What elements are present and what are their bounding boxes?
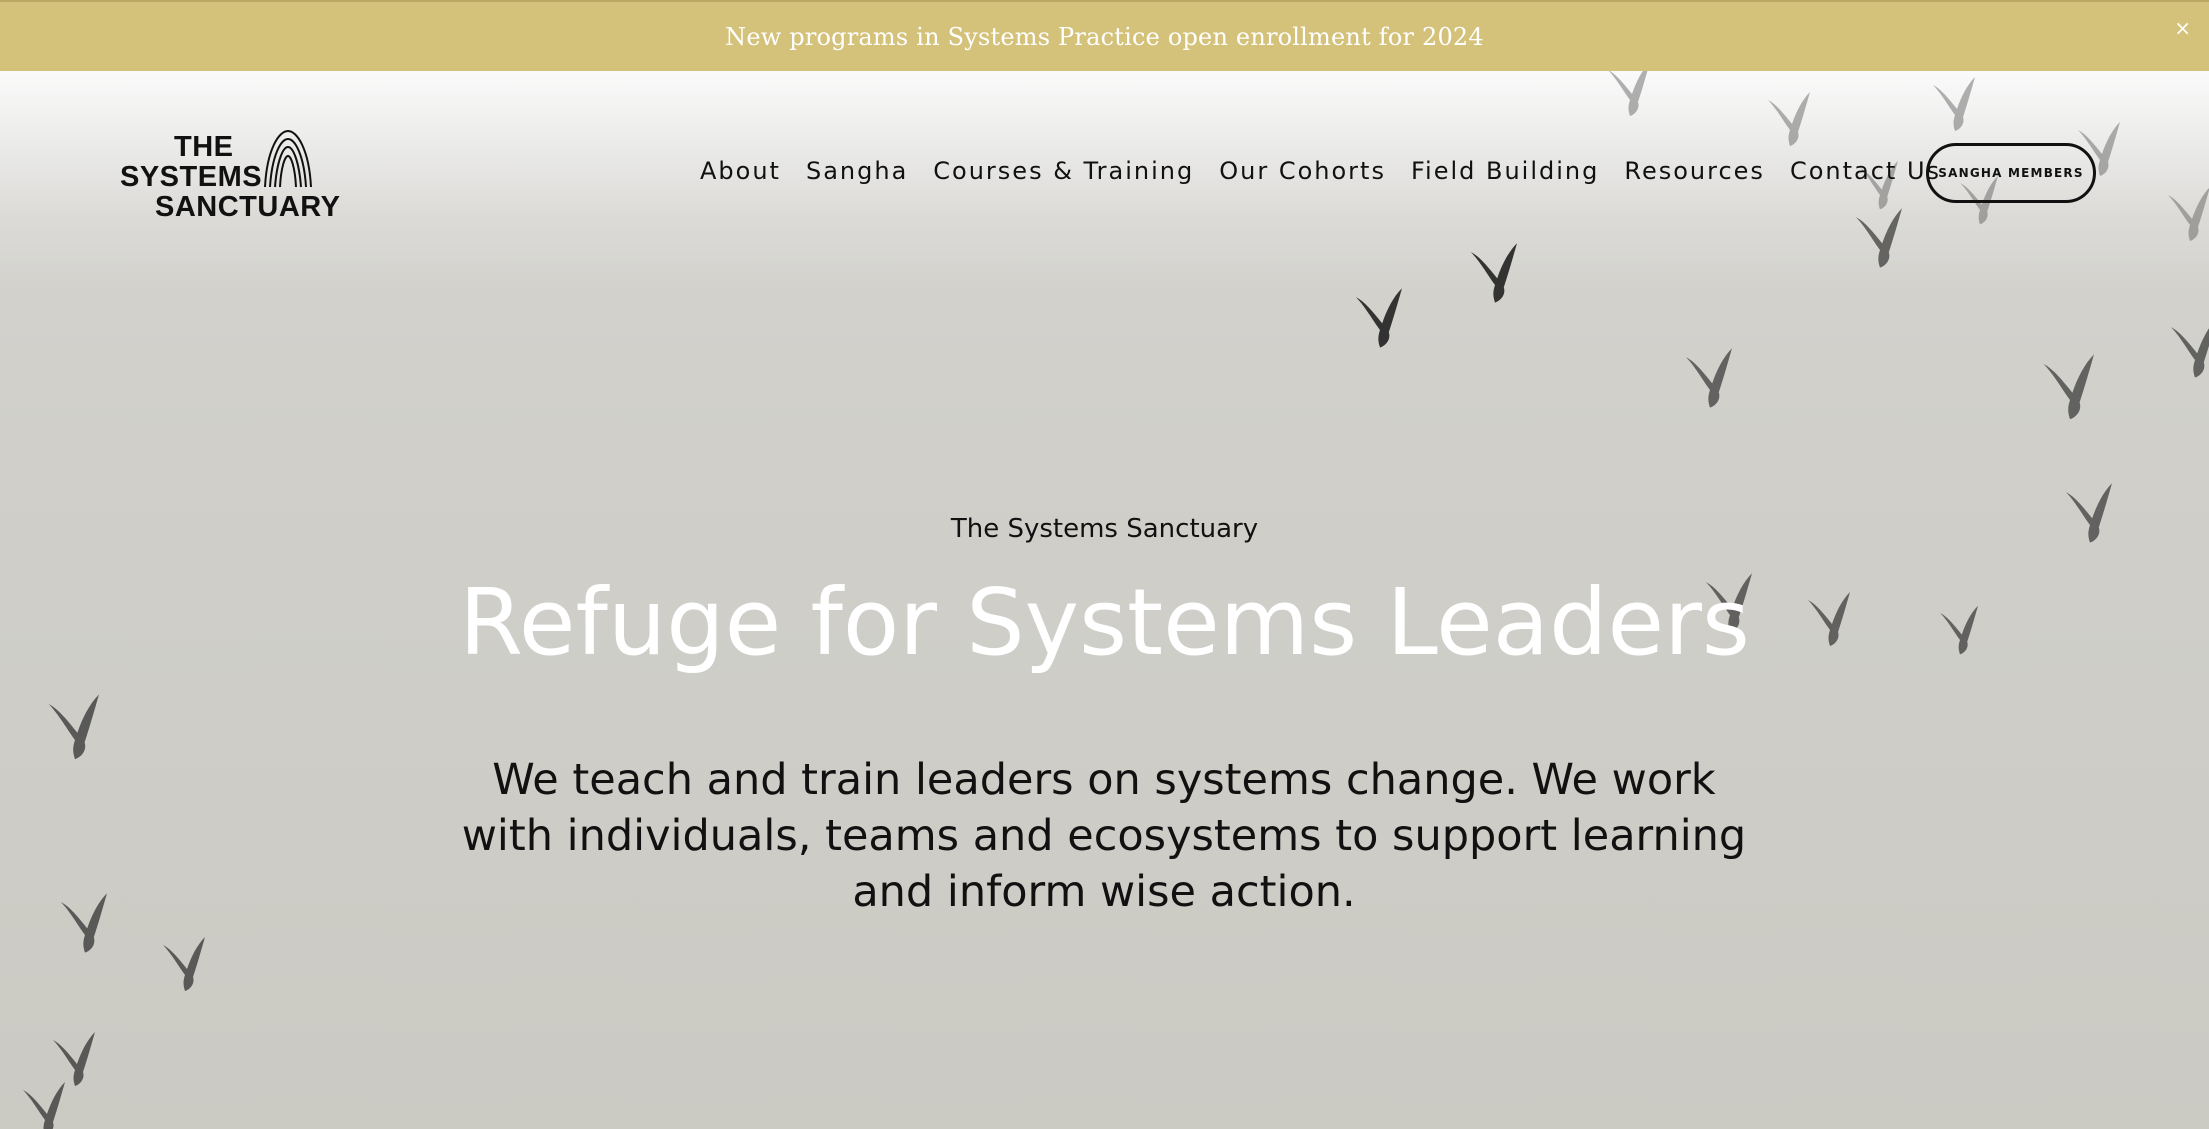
announcement-bar[interactable]: New programs in Systems Practice open en… [0,0,2209,71]
arch-icon [264,129,312,188]
logo-line-systems: SYSTEMS [120,161,263,193]
sangha-members-label: SANGHA MEMBERS [1938,166,2084,180]
site-header: THE SYSTEMS SANCTUARY About Sangha Cours… [0,71,2209,279]
nav-field-building[interactable]: Field Building [1411,157,1599,185]
hero-eyebrow: The Systems Sanctuary [950,514,1259,544]
nav-resources[interactable]: Resources [1624,157,1765,185]
nav-courses-training[interactable]: Courses & Training [933,157,1194,185]
announcement-text[interactable]: New programs in Systems Practice open en… [725,23,1484,51]
nav-contact-us[interactable]: Contact Us [1790,157,1941,185]
main-nav: About Sangha Courses & Training Our Coho… [700,157,1966,185]
hero-intro: We teach and train leaders on systems ch… [461,755,1747,917]
page: New programs in Systems Practice open en… [0,0,2209,1129]
logo[interactable]: THE SYSTEMS SANCTUARY [118,129,340,222]
nav-about[interactable]: About [700,157,781,185]
logo-line-sanctuary: SANCTUARY [155,191,341,223]
hero-headline: Refuge for Systems Leaders [459,569,1750,676]
nav-our-cohorts[interactable]: Our Cohorts [1219,157,1386,185]
nav-sangha[interactable]: Sangha [806,157,908,185]
sangha-members-button[interactable]: SANGHA MEMBERS [1926,143,2096,203]
logo-line-the: THE [174,131,234,163]
close-icon[interactable]: × [2174,18,2191,38]
